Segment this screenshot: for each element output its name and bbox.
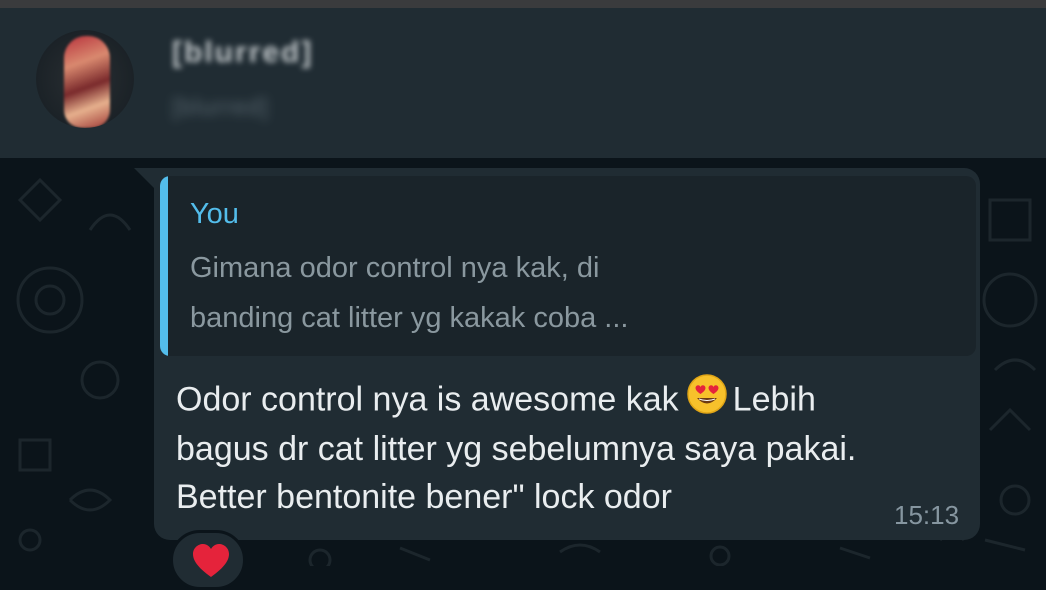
quote-text-line: Gimana odor control nya kak, di bbox=[190, 252, 600, 284]
reaction-badge[interactable] bbox=[170, 530, 246, 590]
message-text-segment: Lebih bbox=[732, 380, 816, 419]
message-timestamp: 15:13 bbox=[894, 500, 960, 530]
heart-eyes-emoji-icon bbox=[686, 374, 727, 423]
window-top-edge bbox=[0, 0, 1046, 8]
message-text-line: bagus dr cat litter yg sebelumnya saya p… bbox=[176, 430, 857, 468]
quote-text-line: banding cat litter yg kakak coba ... bbox=[190, 302, 629, 334]
red-heart-icon bbox=[193, 544, 229, 577]
quoted-message[interactable]: You Gimana odor control nya kak, di band… bbox=[160, 176, 976, 356]
quote-author: You bbox=[190, 198, 239, 230]
contact-name[interactable]: [blurred] bbox=[172, 36, 313, 70]
contact-avatar[interactable] bbox=[36, 30, 134, 128]
bubble-tail bbox=[134, 168, 154, 188]
chat-header[interactable]: [blurred] [blurred] bbox=[0, 8, 1046, 158]
quote-accent-bar bbox=[160, 176, 168, 356]
contact-status: [blurred] bbox=[172, 94, 270, 121]
message-text-line: Better bentonite bener" lock odor bbox=[176, 478, 672, 516]
message-text-segment: Odor control nya is awesome kak bbox=[176, 380, 679, 419]
message-text-line: Odor control nya is awesome kak Lebih bbox=[176, 374, 816, 423]
avatar-photo bbox=[64, 36, 110, 128]
